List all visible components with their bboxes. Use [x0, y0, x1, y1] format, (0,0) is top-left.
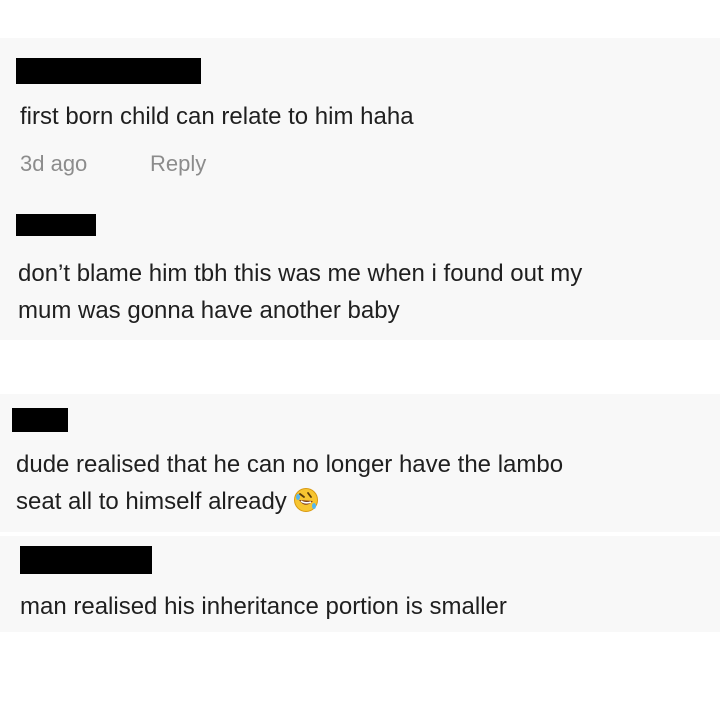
comment-card-4: man realised his inheritance portion is …: [0, 536, 720, 632]
comment-card-2: don’t blame him tbh this was me when i f…: [0, 194, 720, 340]
comments-screenshot: first born child can relate to him haha …: [0, 0, 720, 720]
comment-age: 3d ago: [20, 151, 88, 176]
redacted-username: [20, 546, 152, 574]
rolling-on-floor-laughing-icon: [293, 487, 319, 524]
comment-card-1: first born child can relate to him haha …: [0, 38, 720, 194]
redacted-username: [16, 214, 96, 236]
redacted-username: [12, 408, 68, 432]
comment-text-line-2: mum was gonna have another baby: [18, 297, 400, 324]
redacted-username: [16, 58, 201, 84]
comment-text: first born child can relate to him haha: [20, 103, 414, 130]
comment-text-line-1: don’t blame him tbh this was me when i f…: [18, 260, 583, 287]
comment-text: man realised his inheritance portion is …: [20, 593, 507, 620]
comment-text-line-2: seat all to himself already: [16, 483, 319, 524]
comment-card-3: dude realised that he can no longer have…: [0, 394, 720, 532]
reply-button[interactable]: Reply: [150, 150, 206, 178]
separator: [0, 340, 720, 394]
comment-text-line-1: dude realised that he can no longer have…: [16, 451, 564, 478]
comment-text: seat all to himself already: [16, 488, 287, 515]
